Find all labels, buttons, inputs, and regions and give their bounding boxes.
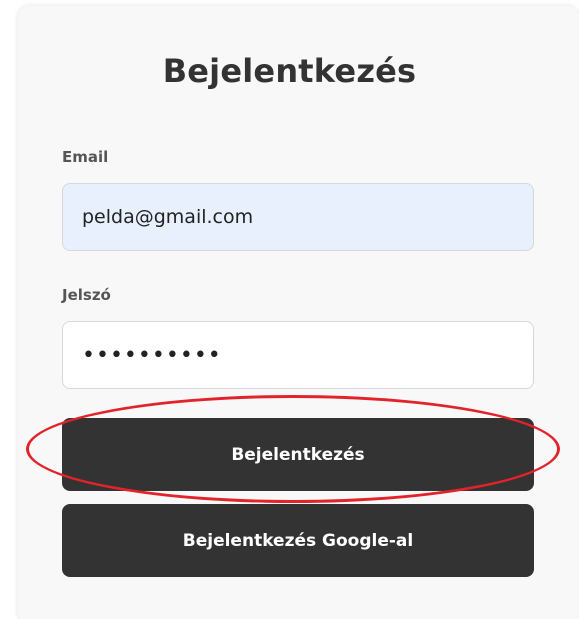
- password-field[interactable]: [62, 321, 534, 389]
- email-label: Email: [62, 148, 109, 166]
- login-page: Bejelentkezés Email Jelszó Bejelentkezés…: [0, 0, 579, 619]
- password-label: Jelszó: [62, 286, 111, 304]
- google-login-button[interactable]: Bejelentkezés Google-al: [62, 504, 534, 577]
- email-field[interactable]: [62, 183, 534, 251]
- login-button[interactable]: Bejelentkezés: [62, 418, 534, 491]
- page-title: Bejelentkezés: [162, 52, 417, 90]
